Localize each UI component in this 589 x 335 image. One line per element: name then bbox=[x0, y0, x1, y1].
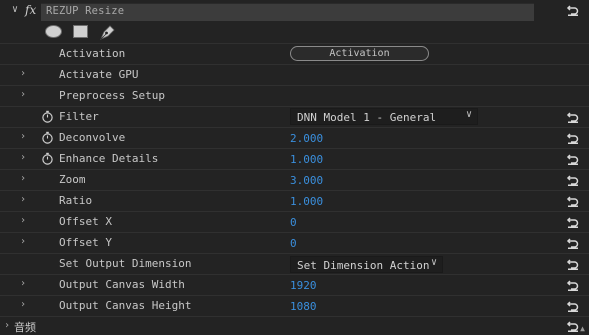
chevron-right-icon[interactable]: › bbox=[20, 69, 30, 79]
chevron-right-icon[interactable]: › bbox=[20, 90, 30, 100]
reset-icon[interactable] bbox=[566, 319, 580, 333]
triangle-down-icon[interactable]: ▲ bbox=[580, 324, 585, 333]
param-label: Enhance Details bbox=[59, 152, 159, 165]
reset-icon[interactable] bbox=[566, 215, 580, 229]
audio-section-label: 音频 bbox=[14, 321, 36, 334]
param-label: Offset X bbox=[59, 215, 112, 228]
param-label: Zoom bbox=[59, 173, 86, 186]
chevron-right-icon[interactable]: › bbox=[20, 216, 30, 226]
param-value[interactable]: 0 bbox=[290, 237, 297, 250]
reset-icon[interactable] bbox=[566, 131, 580, 145]
param-row-offset-x: › Offset X 0 bbox=[0, 211, 589, 232]
ellipse-mask-icon[interactable] bbox=[45, 25, 62, 38]
param-row-preprocess-setup: › Preprocess Setup bbox=[0, 85, 589, 106]
param-label: Deconvolve bbox=[59, 131, 126, 144]
reset-icon[interactable] bbox=[566, 110, 580, 124]
param-label: Ratio bbox=[59, 194, 93, 207]
collapse-chevron-icon[interactable]: ∨ bbox=[9, 4, 21, 16]
param-row-activate-gpu: › Activate GPU bbox=[0, 64, 589, 85]
chevron-down-icon: ∨ bbox=[430, 257, 437, 268]
param-label: Offset Y bbox=[59, 236, 112, 249]
reset-icon[interactable] bbox=[566, 3, 580, 17]
param-value[interactable]: 2.000 bbox=[290, 132, 323, 145]
effect-name: REZUP Resize bbox=[46, 5, 125, 17]
chevron-right-icon[interactable]: › bbox=[20, 153, 30, 163]
param-row-filter: Filter DNN Model 1 - General ∨ bbox=[0, 106, 589, 127]
param-label: Activation bbox=[59, 47, 126, 60]
fx-toggle[interactable]: fx bbox=[25, 3, 36, 17]
filter-dropdown[interactable]: DNN Model 1 - General ∨ bbox=[290, 108, 478, 125]
reset-icon[interactable] bbox=[566, 236, 580, 250]
mask-tools bbox=[0, 22, 589, 43]
dropdown-value: Set Dimension Action bbox=[297, 259, 430, 272]
stopwatch-icon[interactable] bbox=[41, 131, 54, 144]
param-label: Output Canvas Height bbox=[59, 299, 192, 312]
reset-icon[interactable] bbox=[566, 173, 580, 187]
param-row-enhance-details: › Enhance Details 1.000 bbox=[0, 148, 589, 169]
reset-icon[interactable] bbox=[566, 152, 580, 166]
param-row-activation: Activation Activation bbox=[0, 43, 589, 64]
reset-icon[interactable] bbox=[566, 257, 580, 271]
param-row-output-canvas-width: › Output Canvas Width 1920 bbox=[0, 274, 589, 295]
param-label: Set Output Dimension bbox=[59, 257, 192, 270]
param-value[interactable]: 1920 bbox=[290, 279, 317, 292]
pen-mask-icon[interactable] bbox=[98, 24, 116, 40]
chevron-right-icon[interactable]: › bbox=[20, 174, 30, 184]
param-value[interactable]: 0 bbox=[290, 216, 297, 229]
param-value[interactable]: 1080 bbox=[290, 300, 317, 313]
audio-section: › 音频 ▲ bbox=[0, 316, 589, 335]
reset-icon[interactable] bbox=[566, 299, 580, 313]
reset-icon[interactable] bbox=[566, 194, 580, 208]
chevron-right-icon[interactable]: › bbox=[20, 237, 30, 247]
activation-button[interactable]: Activation bbox=[290, 46, 429, 61]
stopwatch-icon[interactable] bbox=[41, 110, 54, 123]
param-label: Output Canvas Width bbox=[59, 278, 185, 291]
chevron-right-icon[interactable]: › bbox=[4, 320, 10, 331]
effect-header: ∨ fx REZUP Resize bbox=[0, 0, 589, 22]
chevron-right-icon[interactable]: › bbox=[20, 195, 30, 205]
param-value[interactable]: 1.000 bbox=[290, 153, 323, 166]
chevron-down-icon: ∨ bbox=[465, 109, 472, 120]
chevron-right-icon[interactable]: › bbox=[20, 279, 30, 289]
chevron-right-icon[interactable]: › bbox=[20, 300, 30, 310]
dropdown-value: DNN Model 1 - General bbox=[297, 111, 437, 124]
param-label: Filter bbox=[59, 110, 99, 123]
param-value[interactable]: 3.000 bbox=[290, 174, 323, 187]
param-row-offset-y: › Offset Y 0 bbox=[0, 232, 589, 253]
param-row-zoom: › Zoom 3.000 bbox=[0, 169, 589, 190]
param-label: Activate GPU bbox=[59, 68, 139, 81]
param-row-deconvolve: › Deconvolve 2.000 bbox=[0, 127, 589, 148]
param-value[interactable]: 1.000 bbox=[290, 195, 323, 208]
stopwatch-icon[interactable] bbox=[41, 152, 54, 165]
chevron-right-icon[interactable]: › bbox=[20, 132, 30, 142]
param-row-output-canvas-height: › Output Canvas Height 1080 bbox=[0, 295, 589, 316]
set-dimension-dropdown[interactable]: Set Dimension Action ∨ bbox=[290, 256, 443, 273]
param-row-ratio: › Ratio 1.000 bbox=[0, 190, 589, 211]
effect-controls-panel: ∨ fx REZUP Resize Activation Activation … bbox=[0, 0, 589, 335]
reset-icon[interactable] bbox=[566, 278, 580, 292]
effect-name-bar[interactable]: REZUP Resize bbox=[41, 3, 534, 21]
param-label: Preprocess Setup bbox=[59, 89, 165, 102]
param-row-set-output-dimension: Set Output Dimension Set Dimension Actio… bbox=[0, 253, 589, 274]
rectangle-mask-icon[interactable] bbox=[73, 25, 88, 38]
